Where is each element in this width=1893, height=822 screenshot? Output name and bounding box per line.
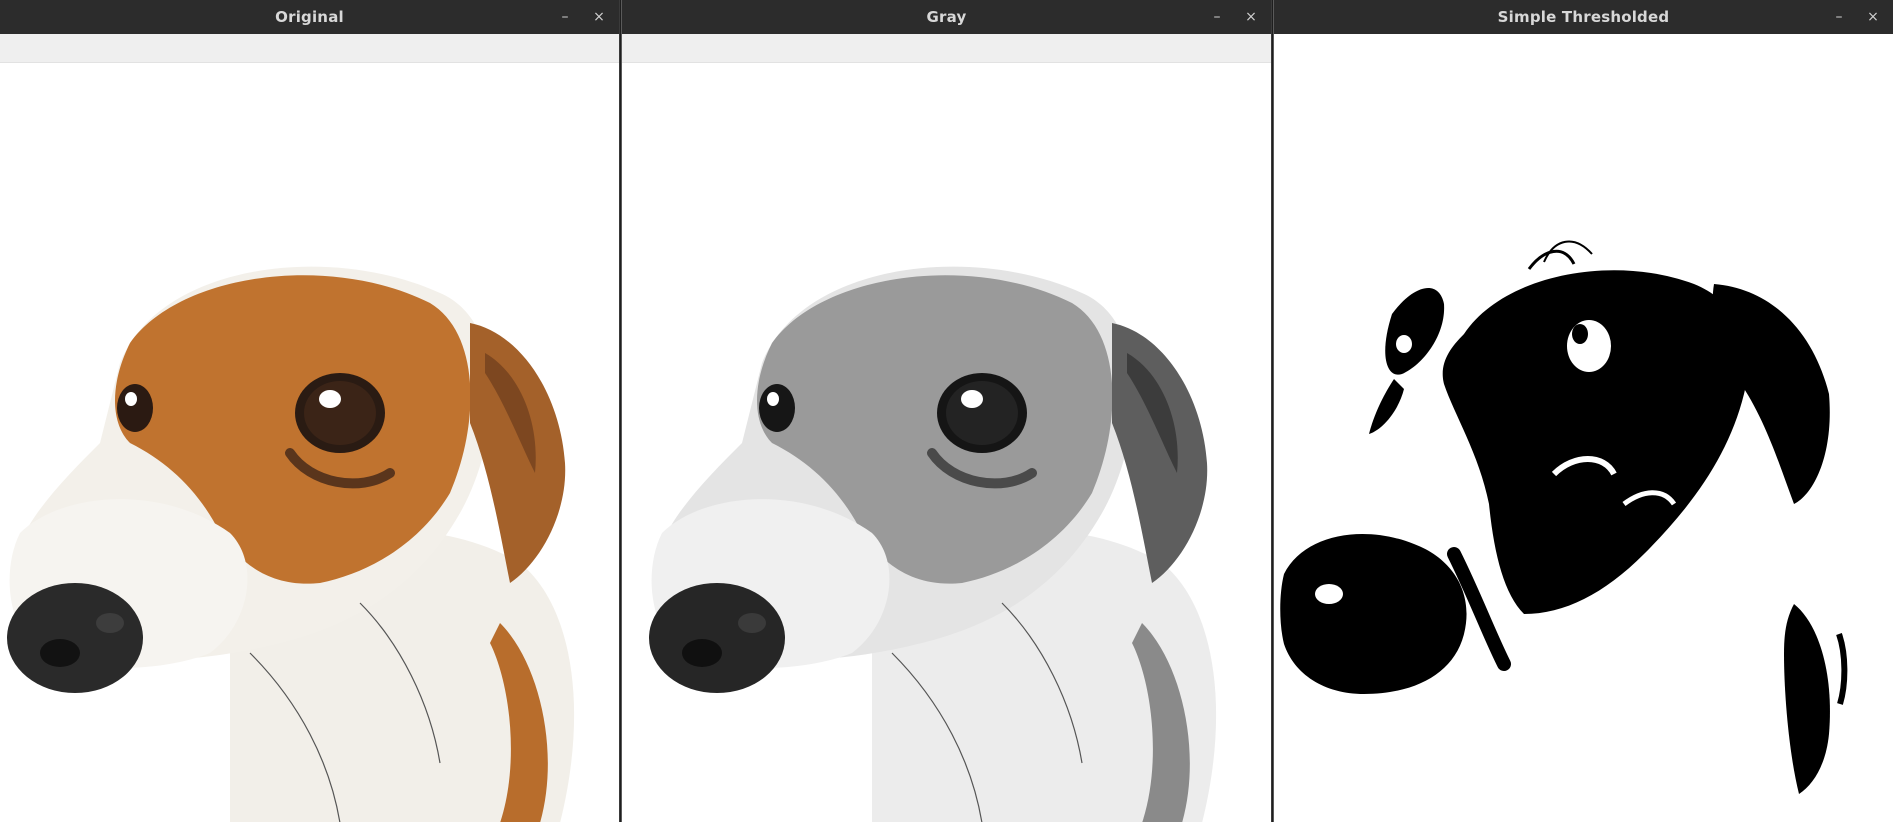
- color-dog-photo: [0, 63, 619, 822]
- window-original[interactable]: Original – ×: [0, 0, 620, 822]
- window-title: Gray: [926, 8, 967, 26]
- minimize-button[interactable]: –: [555, 7, 575, 27]
- image-canvas[interactable]: [1274, 34, 1893, 822]
- close-button[interactable]: ×: [1241, 7, 1261, 27]
- close-icon: ×: [593, 9, 605, 25]
- close-button[interactable]: ×: [589, 7, 609, 27]
- window-controls: – ×: [555, 0, 609, 34]
- close-button[interactable]: ×: [1863, 7, 1883, 27]
- window-gray[interactable]: Gray – ×: [621, 0, 1272, 822]
- window-controls: – ×: [1829, 0, 1883, 34]
- desktop: Original – × Gray – × Simple Thresholded…: [0, 0, 1893, 822]
- thresholded-dog-photo: [1274, 34, 1893, 822]
- image-canvas[interactable]: [622, 63, 1271, 822]
- close-icon: ×: [1245, 9, 1257, 25]
- minimize-icon: –: [561, 9, 569, 25]
- toolbar: [0, 34, 619, 63]
- titlebar[interactable]: Gray – ×: [622, 0, 1271, 34]
- close-icon: ×: [1867, 9, 1879, 25]
- minimize-icon: –: [1835, 9, 1843, 25]
- window-simple-thresholded[interactable]: Simple Thresholded – ×: [1273, 0, 1893, 822]
- titlebar[interactable]: Original – ×: [0, 0, 619, 34]
- minimize-button[interactable]: –: [1829, 7, 1849, 27]
- grayscale-dog-photo: [622, 63, 1271, 822]
- titlebar[interactable]: Simple Thresholded – ×: [1274, 0, 1893, 34]
- toolbar: [622, 34, 1271, 63]
- minimize-button[interactable]: –: [1207, 7, 1227, 27]
- window-title: Simple Thresholded: [1497, 8, 1670, 26]
- image-canvas[interactable]: [0, 63, 619, 822]
- window-title: Original: [275, 8, 344, 26]
- minimize-icon: –: [1213, 9, 1221, 25]
- window-controls: – ×: [1207, 0, 1261, 34]
